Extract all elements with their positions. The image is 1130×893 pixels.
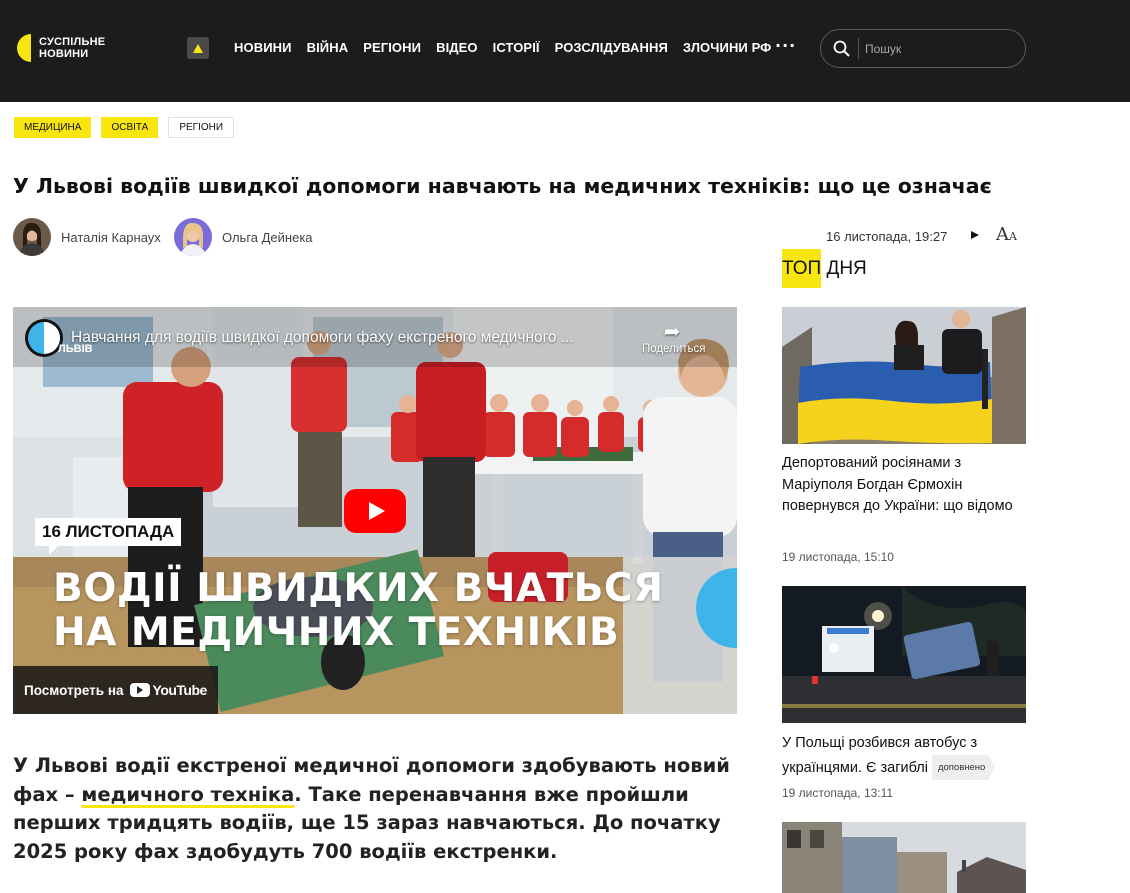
updated-badge: доповнено [931, 754, 996, 780]
news-image-3[interactable] [782, 822, 1026, 893]
watch-on-youtube-button[interactable]: Посмотреть на YouTube [13, 666, 218, 714]
video-title[interactable]: Навчання для водіїв швидкої допомоги фах… [71, 329, 574, 347]
nav-item-war[interactable]: ВІЙНА [307, 40, 349, 55]
nav-item-news[interactable]: НОВИНИ [234, 40, 292, 55]
tag-regions[interactable]: регіони [168, 117, 235, 138]
news-title-2[interactable]: У Польщі розбився автобус з українцями. … [782, 733, 1026, 780]
listen-play-icon[interactable] [971, 231, 979, 239]
top-heading-rest: ДНЯ [821, 258, 867, 279]
video-headline: ВОДІЇ ШВИДКИХ ВЧАТЬСЯ НА МЕДИЧНИХ ТЕХНІК… [53, 567, 664, 655]
article-title: У Львові водіїв швидкої допомоги навчают… [13, 174, 992, 198]
author-name: Наталія Карнаух [61, 229, 161, 245]
font-size-icon[interactable]: AA [996, 224, 1017, 245]
article-lead: У Львові водії екстреної медичної допомо… [13, 752, 743, 866]
video-play-button[interactable] [344, 489, 406, 533]
youtube-icon [129, 683, 150, 697]
top-heading-hl-text: ТОП [782, 258, 822, 279]
youtube-logo: YouTube [129, 682, 208, 698]
lead-link[interactable]: медичного техніка [81, 783, 294, 806]
news-time-1: 19 листопада, 15:10 [782, 550, 894, 564]
nav-item-stories[interactable]: ІСТОРІЇ [493, 40, 540, 55]
tag-list: медицина освіта регіони [14, 117, 235, 138]
tag-education[interactable]: освіта [101, 117, 159, 138]
news-image-1[interactable] [782, 307, 1026, 444]
share-button[interactable]: ➦ Поделиться [642, 321, 706, 355]
nav-item-video[interactable]: ВІДЕО [436, 40, 478, 55]
logo-icon [17, 34, 33, 62]
watch-on-label: Посмотреть на [24, 682, 124, 698]
nav-item-crimes[interactable]: ЗЛОЧИНИ РФ [683, 40, 771, 55]
logo-line2: НОВИНИ [39, 48, 89, 60]
video-headline-line2: НА МЕДИЧНИХ ТЕХНІКІВ [53, 610, 620, 655]
news-image-2[interactable] [782, 586, 1026, 723]
search-icon[interactable] [833, 40, 850, 57]
share-icon: ➦ [663, 321, 681, 343]
author-1[interactable]: Наталія Карнаух [13, 218, 161, 256]
nav-item-regions[interactable]: РЕГІОНИ [363, 40, 421, 55]
alert-button[interactable] [187, 37, 209, 59]
video-player[interactable]: ЛЬВІВ Навчання для водіїв швидкої допомо… [13, 307, 737, 714]
main-nav: НОВИНИ ВІЙНА РЕГІОНИ ВІДЕО ІСТОРІЇ РОЗСЛ… [234, 40, 786, 55]
tag-medicine[interactable]: медицина [14, 117, 92, 138]
avatar [13, 218, 51, 256]
video-date-badge: 16 ЛИСТОПАДА [35, 518, 182, 555]
news-time-2: 19 листопада, 13:11 [782, 786, 894, 800]
search-input[interactable] [865, 38, 1015, 60]
top-of-day-heading: ТОП ДНЯ [782, 249, 867, 288]
author-2[interactable]: Ольга Дейнека [174, 218, 313, 256]
site-logo[interactable]: СУСПІЛЬНЕ НОВИНИ [17, 34, 105, 62]
publish-date: 16 листопада, 19:27 [826, 229, 948, 244]
author-name: Ольга Дейнека [222, 229, 313, 245]
nav-item-investigations[interactable]: РОЗСЛІДУВАННЯ [555, 40, 668, 55]
warning-icon [193, 43, 203, 53]
news-title-1[interactable]: Депортований росіянами з Маріуполя Богда… [782, 453, 1026, 518]
logo-line1: СУСПІЛЬНЕ [39, 36, 106, 48]
site-header: СУСПІЛЬНЕ НОВИНИ НОВИНИ ВІЙНА РЕГІОНИ ВІ… [0, 0, 1130, 102]
top-heading-highlight: ТОП [782, 249, 822, 288]
search-box [820, 29, 1026, 68]
play-icon [368, 502, 385, 520]
avatar [174, 218, 212, 256]
youtube-wordmark: YouTube [152, 682, 208, 698]
video-headline-line1: ВОДІЇ ШВИДКИХ ВЧАТЬСЯ [53, 566, 664, 611]
more-menu-icon[interactable]: ··· [775, 36, 796, 55]
share-label: Поделиться [642, 343, 706, 355]
